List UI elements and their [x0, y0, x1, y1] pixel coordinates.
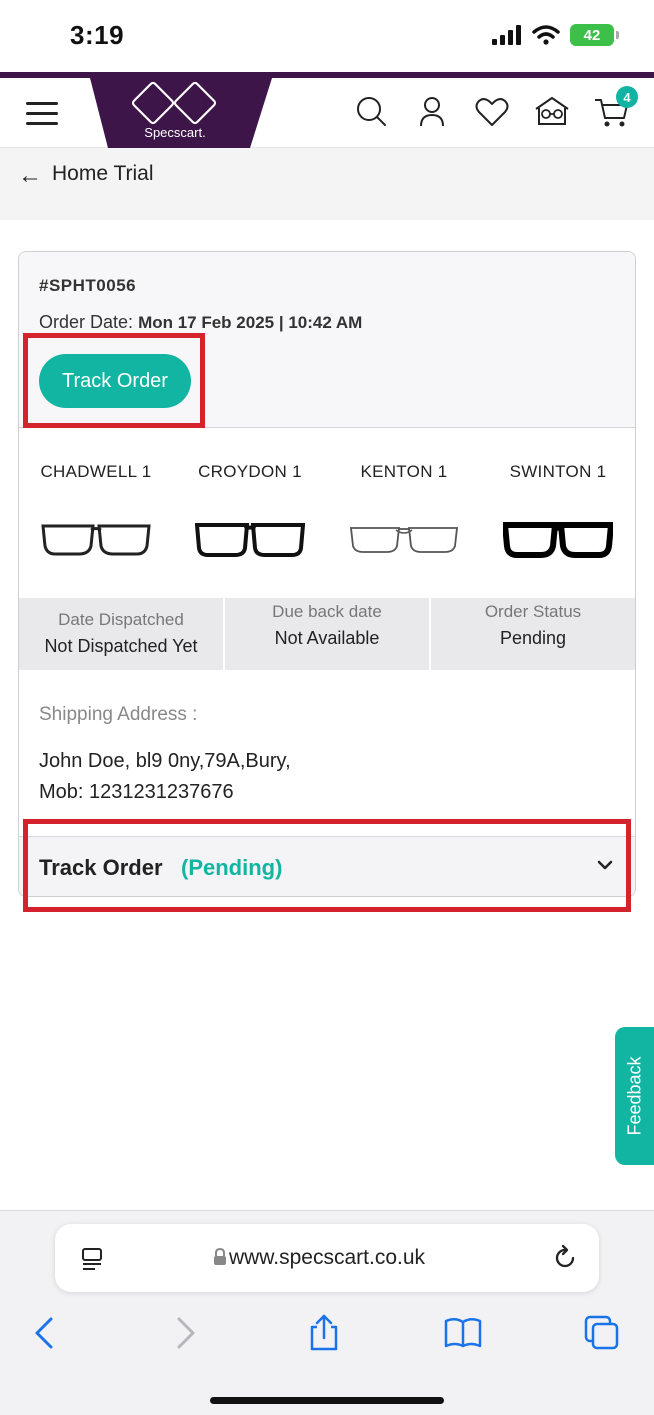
- search-icon[interactable]: [352, 92, 392, 132]
- product-name: KENTON 1: [360, 462, 448, 481]
- glasses-image: [194, 523, 306, 557]
- back-arrow-icon[interactable]: ←: [18, 162, 42, 190]
- chevron-down-icon[interactable]: [595, 855, 615, 875]
- battery-level: 42: [583, 26, 601, 44]
- status-due-back-date: Due back date Not Available: [225, 598, 431, 670]
- glasses-image: [349, 527, 459, 553]
- product-name: SWINTON 1: [509, 462, 607, 481]
- home-trial-glasses-icon[interactable]: [532, 92, 572, 132]
- wishlist-heart-icon[interactable]: [472, 92, 512, 132]
- track-order-label: Track Order: [39, 855, 163, 880]
- status-value: Pending: [499, 628, 567, 648]
- status-date-dispatched: Date Dispatched Not Dispatched Yet: [19, 598, 225, 670]
- page-title: Home Trial: [52, 162, 154, 185]
- product-item[interactable]: SWINTON 1: [481, 428, 635, 598]
- feedback-label: Feedback: [624, 1056, 644, 1136]
- track-order-accordion[interactable]: Track Order (Pending): [19, 836, 635, 896]
- order-date: Order Date: Mon 17 Feb 2025 | 10:42 AM: [39, 312, 362, 333]
- browser-bottom-bar: www.specscart.co.uk: [0, 1210, 654, 1415]
- share-icon[interactable]: [304, 1313, 344, 1353]
- cart-count-badge: 4: [616, 86, 638, 108]
- status-icons: 42: [492, 24, 619, 46]
- shipping-address-line: John Doe, bl9 0ny,79A,Bury,: [39, 750, 291, 772]
- shipping-address: John Doe, bl9 0ny,79A,Bury, Mob: 1231231…: [39, 746, 291, 808]
- product-name: CROYDON 1: [198, 462, 302, 481]
- status-label: Date Dispatched: [58, 610, 184, 629]
- forward-icon[interactable]: [165, 1313, 205, 1353]
- track-order-button[interactable]: Track Order: [39, 354, 191, 408]
- menu-icon[interactable]: [26, 102, 58, 125]
- feedback-tab[interactable]: Feedback: [615, 1027, 654, 1165]
- tabs-icon[interactable]: [582, 1313, 622, 1353]
- status-label: Due back date: [272, 602, 382, 621]
- order-status-row: Date Dispatched Not Dispatched Yet Due b…: [19, 598, 635, 670]
- order-card-header: #SPHT0056 Order Date: Mon 17 Feb 2025 | …: [19, 252, 635, 428]
- status-time: 3:19: [70, 20, 125, 50]
- bookmarks-icon[interactable]: [443, 1313, 483, 1353]
- battery-icon: 42: [570, 24, 619, 46]
- order-date-label: Order Date:: [39, 312, 134, 332]
- product-item[interactable]: KENTON 1: [327, 428, 481, 598]
- logo[interactable]: Specscart.: [78, 78, 272, 148]
- address-bar[interactable]: www.specscart.co.uk: [55, 1224, 599, 1292]
- back-icon[interactable]: [25, 1313, 65, 1353]
- status-label: Order Status: [484, 602, 582, 621]
- shipping-mobile: Mob: 1231231237676: [39, 781, 234, 803]
- logo-text: Specscart.: [144, 125, 206, 140]
- site-header: Specscart. 4: [0, 78, 654, 148]
- status-value: Not Available: [274, 628, 380, 648]
- wifi-icon: [532, 25, 560, 45]
- status-bar: 3:19 42: [0, 0, 654, 72]
- product-list: CHADWELL 1 CROYDON 1 KENTON 1 SWINTON 1: [19, 428, 635, 598]
- glasses-image: [501, 522, 615, 558]
- reload-icon[interactable]: [551, 1244, 579, 1272]
- track-order-status: (Pending): [181, 855, 283, 880]
- order-id: #SPHT0056: [39, 276, 137, 295]
- product-item[interactable]: CROYDON 1: [173, 428, 327, 598]
- status-value: Not Dispatched Yet: [44, 636, 198, 656]
- product-item[interactable]: CHADWELL 1: [19, 428, 173, 598]
- product-name: CHADWELL 1: [40, 462, 152, 481]
- status-order-status: Order Status Pending: [431, 598, 635, 670]
- glasses-image: [41, 524, 151, 556]
- order-date-value: Mon 17 Feb 2025 | 10:42 AM: [138, 313, 363, 332]
- cart-button[interactable]: 4: [592, 86, 638, 132]
- url-text: www.specscart.co.uk: [228, 1246, 426, 1269]
- shipping-address-label: Shipping Address :: [39, 704, 198, 725]
- account-icon[interactable]: [412, 92, 452, 132]
- signal-icon: [492, 25, 521, 45]
- breadcrumb: ← Home Trial: [0, 148, 654, 220]
- header-icons: 4: [352, 86, 638, 132]
- home-indicator: [210, 1397, 444, 1404]
- order-card: #SPHT0056 Order Date: Mon 17 Feb 2025 | …: [18, 251, 636, 897]
